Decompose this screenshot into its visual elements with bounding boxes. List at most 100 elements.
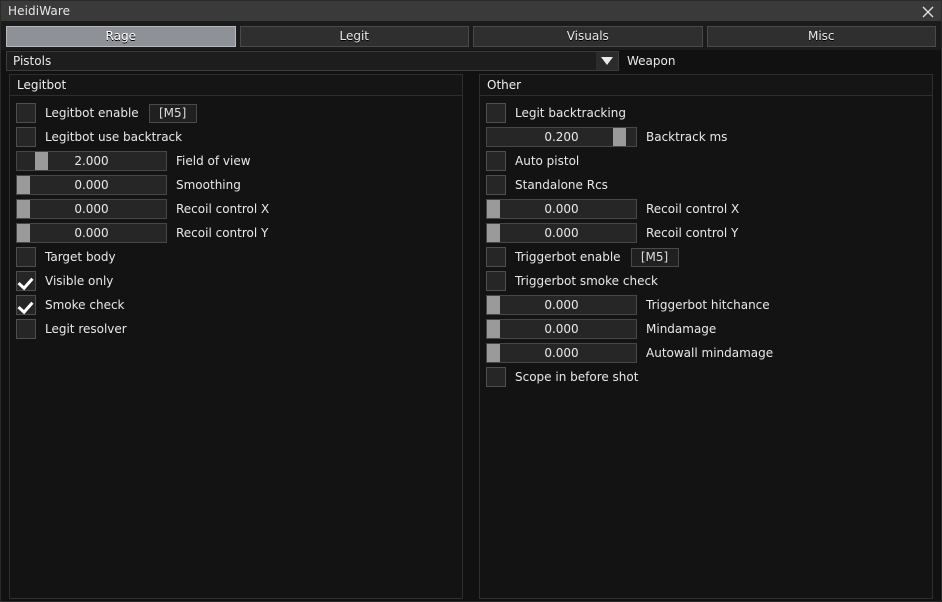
slider-value: 0.000 bbox=[544, 346, 579, 360]
legitbot-panel-body: Legitbot enable [M5] Legitbot use backtrac… bbox=[10, 96, 462, 598]
slider-value: 0.000 bbox=[74, 202, 109, 216]
row-target-body: Target body bbox=[16, 245, 456, 269]
slider-handle[interactable] bbox=[487, 344, 500, 362]
keybind-button-triggerbot-enable[interactable]: [M5] bbox=[630, 247, 679, 267]
keybind-button-legitbot-enable[interactable]: [M5] bbox=[148, 103, 197, 123]
checkbox-legitbot-enable[interactable] bbox=[16, 103, 36, 123]
slider-handle[interactable] bbox=[613, 128, 626, 146]
row-smoothing: 0.000 Smoothing bbox=[16, 173, 456, 197]
label-mindamage: Mindamage bbox=[646, 322, 717, 336]
label-legitbot-use-backtrack: Legitbot use backtrack bbox=[45, 130, 183, 144]
slider-value: 0.000 bbox=[74, 226, 109, 240]
checkbox-triggerbot-smoke-check[interactable] bbox=[486, 271, 506, 291]
slider-value: 0.000 bbox=[544, 226, 579, 240]
label-visible-only: Visible only bbox=[45, 274, 114, 288]
window-title: HeidiWare bbox=[8, 4, 71, 18]
label-legit-resolver: Legit resolver bbox=[45, 322, 127, 336]
row-recoil-control-y: 0.000 Recoil control Y bbox=[486, 221, 926, 245]
label-smoothing: Smoothing bbox=[176, 178, 241, 192]
checkbox-legitbot-use-backtrack[interactable] bbox=[16, 127, 36, 147]
weapon-row: Pistols Weapon bbox=[1, 50, 941, 71]
label-auto-pistol: Auto pistol bbox=[515, 154, 580, 168]
slider-triggerbot-hitchance[interactable]: 0.000 bbox=[486, 295, 637, 315]
row-legit-resolver: Legit resolver bbox=[16, 317, 456, 341]
slider-mindamage[interactable]: 0.000 bbox=[486, 319, 637, 339]
row-backtrack-ms: 0.200 Backtrack ms bbox=[486, 125, 926, 149]
label-legit-backtracking: Legit backtracking bbox=[515, 106, 626, 120]
label-smoke-check: Smoke check bbox=[45, 298, 125, 312]
row-scope-in-before-shot: Scope in before shot bbox=[486, 365, 926, 389]
panels-container: Legitbot Legitbot enable [M5] Legitbot use… bbox=[1, 74, 941, 599]
row-legitbot-use-backtrack: Legitbot use backtrack bbox=[16, 125, 456, 149]
close-glyph bbox=[922, 6, 934, 17]
row-recoil-control-x: 0.000 Recoil control X bbox=[486, 197, 926, 221]
checkbox-target-body[interactable] bbox=[16, 247, 36, 267]
checkbox-triggerbot-enable[interactable] bbox=[486, 247, 506, 267]
slider-autowall-mindamage[interactable]: 0.000 bbox=[486, 343, 637, 363]
row-triggerbot-enable: Triggerbot enable [M5] bbox=[486, 245, 926, 269]
slider-value: 0.000 bbox=[544, 322, 579, 336]
legitbot-panel: Legitbot Legitbot enable [M5] Legitbot use… bbox=[9, 74, 463, 599]
slider-field-of-view[interactable]: 2.000 bbox=[16, 151, 167, 171]
slider-value: 0.000 bbox=[544, 298, 579, 312]
slider-handle[interactable] bbox=[17, 224, 30, 242]
slider-recoil-control-y[interactable]: 0.000 bbox=[16, 223, 167, 243]
slider-value: 0.000 bbox=[74, 178, 109, 192]
row-recoil-control-x: 0.000 Recoil control X bbox=[16, 197, 456, 221]
label-standalone-rcs: Standalone Rcs bbox=[515, 178, 608, 192]
slider-recoil-control-x[interactable]: 0.000 bbox=[486, 199, 637, 219]
label-autowall-mindamage: Autowall mindamage bbox=[646, 346, 774, 360]
tab-visuals[interactable]: Visuals bbox=[473, 26, 703, 47]
row-smoke-check: Smoke check bbox=[16, 293, 456, 317]
row-visible-only: Visible only bbox=[16, 269, 456, 293]
slider-handle[interactable] bbox=[487, 200, 500, 218]
slider-handle[interactable] bbox=[35, 152, 48, 170]
row-legitbot-enable: Legitbot enable [M5] bbox=[16, 101, 456, 125]
tab-rage[interactable]: Rage bbox=[6, 26, 236, 47]
slider-value: 0.000 bbox=[544, 202, 579, 216]
legitbot-panel-header: Legitbot bbox=[10, 75, 462, 96]
chevron-down-icon[interactable] bbox=[596, 51, 618, 70]
label-triggerbot-hitchance: Triggerbot hitchance bbox=[646, 298, 770, 312]
slider-handle[interactable] bbox=[17, 200, 30, 218]
weapon-select-value: Pistols bbox=[13, 53, 52, 68]
row-recoil-control-y: 0.000 Recoil control Y bbox=[16, 221, 456, 245]
row-field-of-view: 2.000 Field of view bbox=[16, 149, 456, 173]
slider-handle[interactable] bbox=[487, 296, 500, 314]
slider-smoothing[interactable]: 0.000 bbox=[16, 175, 167, 195]
checkbox-smoke-check[interactable] bbox=[16, 295, 36, 315]
row-standalone-rcs: Standalone Rcs bbox=[486, 173, 926, 197]
tab-bar: Rage Legit Visuals Misc bbox=[1, 22, 941, 50]
weapon-select[interactable]: Pistols bbox=[6, 50, 619, 71]
checkbox-auto-pistol[interactable] bbox=[486, 151, 506, 171]
label-field-of-view: Field of view bbox=[176, 154, 251, 168]
checkbox-scope-in-before-shot[interactable] bbox=[486, 367, 506, 387]
row-autowall-mindamage: 0.000 Autowall mindamage bbox=[486, 341, 926, 365]
checkbox-legit-resolver[interactable] bbox=[16, 319, 36, 339]
other-panel-body: Legit backtracking 0.200 Backtrack ms Auto … bbox=[480, 96, 932, 598]
checkbox-legit-backtracking[interactable] bbox=[486, 103, 506, 123]
row-auto-pistol: Auto pistol bbox=[486, 149, 926, 173]
tab-legit[interactable]: Legit bbox=[239, 26, 469, 47]
label-triggerbot-enable: Triggerbot enable bbox=[515, 250, 621, 264]
row-triggerbot-smoke-check: Triggerbot smoke check bbox=[486, 269, 926, 293]
slider-recoil-control-x[interactable]: 0.000 bbox=[16, 199, 167, 219]
row-legit-backtracking: Legit backtracking bbox=[486, 101, 926, 125]
slider-backtrack-ms[interactable]: 0.200 bbox=[486, 127, 637, 147]
tab-misc[interactable]: Misc bbox=[706, 26, 936, 47]
label-recoil-control-y: Recoil control Y bbox=[176, 226, 269, 240]
slider-handle[interactable] bbox=[487, 320, 500, 338]
slider-recoil-control-y[interactable]: 0.000 bbox=[486, 223, 637, 243]
chevron-down-glyph bbox=[601, 56, 613, 65]
label-recoil-control-y: Recoil control Y bbox=[646, 226, 739, 240]
checkbox-standalone-rcs[interactable] bbox=[486, 175, 506, 195]
heidiware-window: HeidiWare Rage Legit Visuals Misc Pistols W… bbox=[0, 0, 942, 602]
weapon-select-label: Weapon bbox=[627, 53, 676, 68]
row-mindamage: 0.000 Mindamage bbox=[486, 317, 926, 341]
slider-handle[interactable] bbox=[487, 224, 500, 242]
slider-handle[interactable] bbox=[17, 176, 30, 194]
other-panel-header: Other bbox=[480, 75, 932, 96]
checkbox-visible-only[interactable] bbox=[16, 271, 36, 291]
label-recoil-control-x: Recoil control X bbox=[176, 202, 270, 216]
close-icon[interactable] bbox=[919, 3, 937, 20]
